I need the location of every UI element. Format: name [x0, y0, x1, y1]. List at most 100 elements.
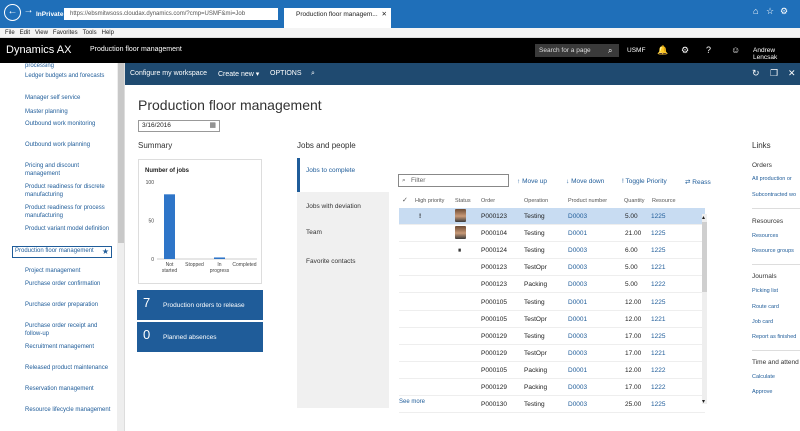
nav-item-production-floor-management[interactable]: Production floor management ★ [12, 246, 112, 258]
menu-tools[interactable]: Tools [83, 30, 97, 36]
search-icon[interactable]: ⌕ [311, 70, 315, 78]
cell-resource[interactable]: 1221 [651, 350, 665, 357]
see-more-link[interactable]: See more [399, 399, 425, 405]
nav-item[interactable]: Product readiness for process manufactur… [25, 205, 113, 220]
address-bar[interactable]: https://ebsmitwsoss.cloudax.dynamics.com… [64, 8, 278, 20]
grid-scrollbar-thumb[interactable] [702, 222, 707, 292]
nav-item[interactable]: Outbound work planning [25, 142, 113, 150]
link-job-card[interactable]: Job card [752, 319, 773, 325]
cell-resource[interactable]: 1225 [651, 333, 665, 340]
scroll-down-icon[interactable]: ▾ [702, 398, 705, 405]
link-calculate[interactable]: Calculate [752, 374, 775, 380]
toggle-priority-button[interactable]: ! Toggle Priority [622, 178, 667, 185]
reassign-button[interactable]: ⇄ Reass [685, 178, 711, 186]
user-smiley-icon[interactable]: ☺ [731, 45, 740, 55]
link-route-card[interactable]: Route card [752, 304, 779, 310]
nav-item[interactable]: Manager self service [25, 95, 113, 103]
cell-product-number[interactable]: D0003 [568, 401, 587, 408]
nav-item[interactable]: Product readiness for discrete manufactu… [25, 184, 113, 199]
cell-resource[interactable]: 1225 [651, 299, 665, 306]
nav-item[interactable]: processing [25, 63, 113, 71]
cell-product-number[interactable]: D0003 [568, 247, 587, 254]
home-icon[interactable]: ⌂ [753, 6, 758, 16]
table-row[interactable]: P000129 TestOpr D0003 17.00 1221 [399, 345, 705, 362]
cell-product-number[interactable]: D0003 [568, 333, 587, 340]
table-row[interactable]: P000104 Testing D0001 21.00 1225 [399, 225, 705, 243]
nav-item[interactable]: Reservation management [25, 386, 113, 394]
options-button[interactable]: OPTIONS [270, 70, 302, 77]
forward-icon[interactable]: → [23, 4, 34, 21]
chart-bar[interactable] [214, 257, 225, 259]
move-down-button[interactable]: ↓ Move down [566, 178, 604, 185]
bell-icon[interactable]: 🔔 [657, 45, 668, 56]
move-up-button[interactable]: ↑ Move up [517, 178, 547, 185]
table-row[interactable]: P000123 Packing D0003 5.00 1222 [399, 276, 705, 294]
nav-scrollbar-thumb[interactable] [118, 63, 124, 243]
browser-tab[interactable]: Production floor managem... ✕ [284, 8, 391, 28]
configure-workspace-button[interactable]: Configure my workspace [130, 70, 207, 77]
close-tab-icon[interactable]: ✕ [382, 8, 387, 22]
nav-item[interactable]: Pricing and discount management [25, 163, 113, 178]
cell-product-number[interactable]: D0003 [568, 264, 587, 271]
cell-resource[interactable]: 1221 [651, 316, 665, 323]
nav-item[interactable]: Purchase order receipt and follow-up [25, 323, 113, 338]
close-icon[interactable]: ✕ [788, 68, 796, 79]
cell-product-number[interactable]: D0003 [568, 213, 587, 220]
column-header-product-number[interactable]: Product number [568, 198, 607, 204]
table-row[interactable]: P000123 TestOpr D0003 5.00 1221 [399, 259, 705, 277]
table-row[interactable]: P000130 Testing D0003 25.00 1225 [399, 396, 705, 414]
nav-item[interactable]: Ledger budgets and forecasts [25, 73, 113, 81]
table-row[interactable]: ⏸ P000124 Testing D0003 6.00 1225 [399, 242, 705, 260]
cell-resource[interactable]: 1222 [651, 367, 665, 374]
link-subcontracted-work[interactable]: Subcontracted wo [752, 192, 796, 198]
link-report-as-finished[interactable]: Report as finished [752, 334, 796, 340]
column-header-operation[interactable]: Operation [524, 198, 548, 204]
cell-product-number[interactable]: D0001 [568, 299, 587, 306]
tab-jobs-with-deviation[interactable]: Jobs with deviation [297, 194, 389, 220]
nav-item[interactable]: Product variant model definition [25, 226, 113, 234]
nav-item[interactable]: Purchase order preparation [25, 302, 113, 310]
cell-product-number[interactable]: D0001 [568, 316, 587, 323]
cell-product-number[interactable]: D0001 [568, 230, 587, 237]
refresh-icon[interactable]: ↻ [752, 68, 760, 79]
link-all-production-orders[interactable]: All production or [752, 176, 792, 182]
company-picker[interactable]: USMF [627, 47, 645, 54]
cell-resource[interactable]: 1225 [651, 230, 665, 237]
menu-edit[interactable]: Edit [20, 30, 30, 36]
cell-resource[interactable]: 1225 [651, 247, 665, 254]
favorite-star-icon[interactable]: ★ [102, 248, 109, 256]
column-header-quantity[interactable]: Quantity [624, 198, 644, 204]
cell-product-number[interactable]: D0003 [568, 350, 587, 357]
number-of-jobs-chart-card[interactable]: Number of jobs 0 50 100 Not started Stopped In… [138, 159, 262, 284]
column-header-order[interactable]: Order [481, 198, 495, 204]
cell-resource[interactable]: 1225 [651, 213, 665, 220]
menu-view[interactable]: View [35, 30, 48, 36]
table-row[interactable]: P000105 TestOpr D0001 12.00 1221 [399, 311, 705, 328]
nav-item[interactable]: Resource lifecycle management [25, 407, 113, 415]
cell-resource[interactable]: 1222 [651, 384, 665, 391]
menu-favorites[interactable]: Favorites [53, 30, 78, 36]
nav-item[interactable]: Project management [25, 268, 113, 276]
nav-item[interactable]: Recruitment management [25, 344, 113, 352]
tile-planned-absences[interactable]: 0 Planned absences [137, 322, 263, 352]
nav-item[interactable]: Master planning [25, 109, 113, 117]
filter-input[interactable]: ⌕ Filter [398, 174, 509, 187]
link-resource-groups[interactable]: Resource groups [752, 248, 794, 254]
cell-product-number[interactable]: D0003 [568, 281, 587, 288]
gear-icon[interactable]: ⚙ [681, 45, 689, 56]
cell-product-number[interactable]: D0003 [568, 384, 587, 391]
help-icon[interactable]: ? [706, 45, 711, 55]
chart-bar[interactable] [164, 194, 175, 259]
table-row[interactable]: P000105 Packing D0001 12.00 1222 [399, 362, 705, 379]
search-icon[interactable]: ⌕ [608, 46, 612, 56]
link-approve[interactable]: Approve [752, 389, 773, 395]
date-field[interactable]: 3/16/2016 ▦ [138, 120, 220, 132]
tile-production-orders-to-release[interactable]: 7 Production orders to release [137, 290, 263, 320]
table-row[interactable]: ! P000123 Testing D0003 5.00 1225 [399, 208, 705, 225]
link-resources[interactable]: Resources [752, 233, 778, 239]
tab-jobs-to-complete[interactable]: Jobs to complete [297, 158, 389, 192]
column-header-high-priority[interactable]: High priority [415, 198, 444, 204]
brand-logo[interactable]: Dynamics AX [6, 44, 71, 56]
link-picking-list[interactable]: Picking list [752, 288, 778, 294]
favorites-star-icon[interactable]: ☆ [766, 6, 774, 17]
